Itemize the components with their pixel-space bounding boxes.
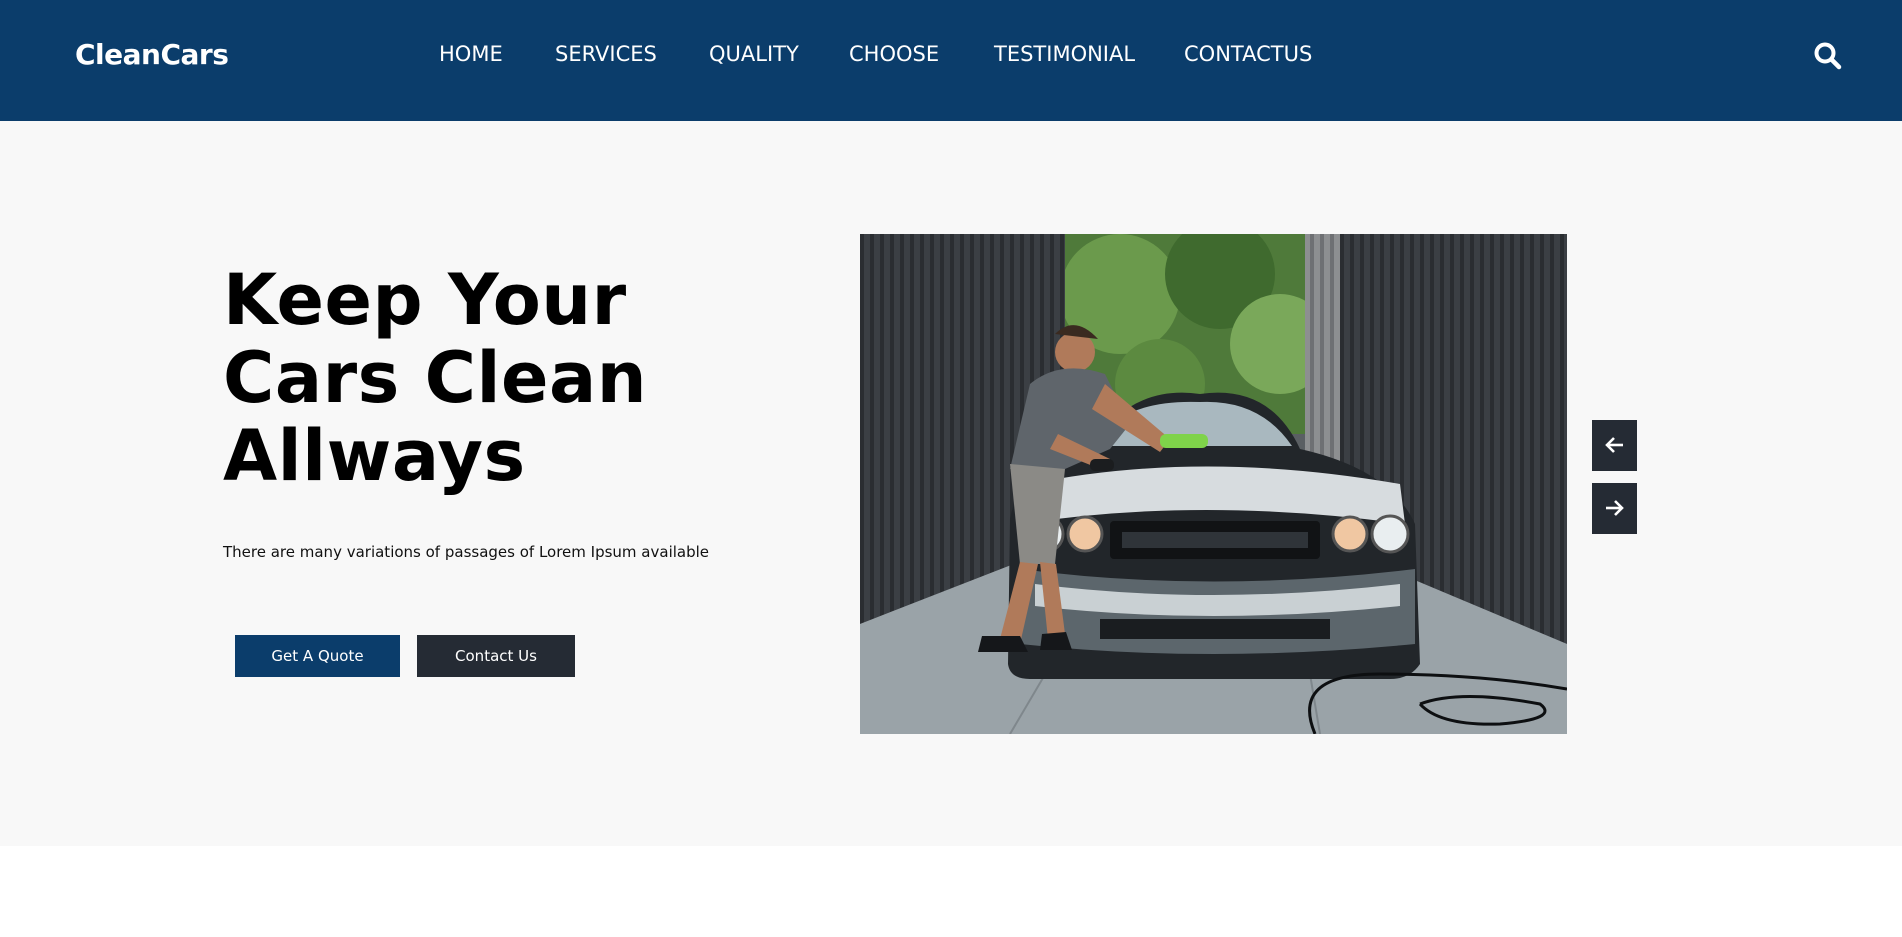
hero-section: Keep Your Cars Clean Allways There are m…: [0, 121, 1902, 846]
search-icon: [1814, 42, 1842, 70]
nav-item-testimonial[interactable]: TESTIMONIAL: [994, 42, 1135, 66]
hero-description: There are many variations of passages of…: [223, 543, 710, 561]
nav-item-quality[interactable]: QUALITY: [709, 42, 799, 66]
hero-car-wash-image: [860, 234, 1567, 734]
hero-title-line: Keep Your: [223, 259, 627, 341]
arrow-right-icon: [1606, 500, 1624, 516]
nav-item-choose[interactable]: CHOOSE: [849, 42, 939, 66]
search-button[interactable]: [1812, 40, 1844, 72]
hero-title: Keep Your Cars Clean Allways: [223, 261, 647, 495]
hero-title-line: Allways: [223, 415, 526, 497]
arrow-left-icon: [1605, 437, 1623, 453]
nav-item-services[interactable]: SERVICES: [555, 42, 657, 66]
slider-next-button[interactable]: [1592, 483, 1637, 534]
nav-item-contactus[interactable]: CONTACTUS: [1184, 42, 1312, 66]
site-header: CleanCars HOME SERVICES QUALITY CHOOSE T…: [0, 0, 1902, 121]
contact-us-button[interactable]: Contact Us: [417, 635, 575, 677]
slider-prev-button[interactable]: [1592, 420, 1637, 471]
hero-title-line: Cars Clean: [223, 337, 648, 419]
brand-logo[interactable]: CleanCars: [75, 38, 229, 71]
nav-item-home[interactable]: HOME: [439, 42, 503, 66]
get-a-quote-button[interactable]: Get A Quote: [235, 635, 400, 677]
